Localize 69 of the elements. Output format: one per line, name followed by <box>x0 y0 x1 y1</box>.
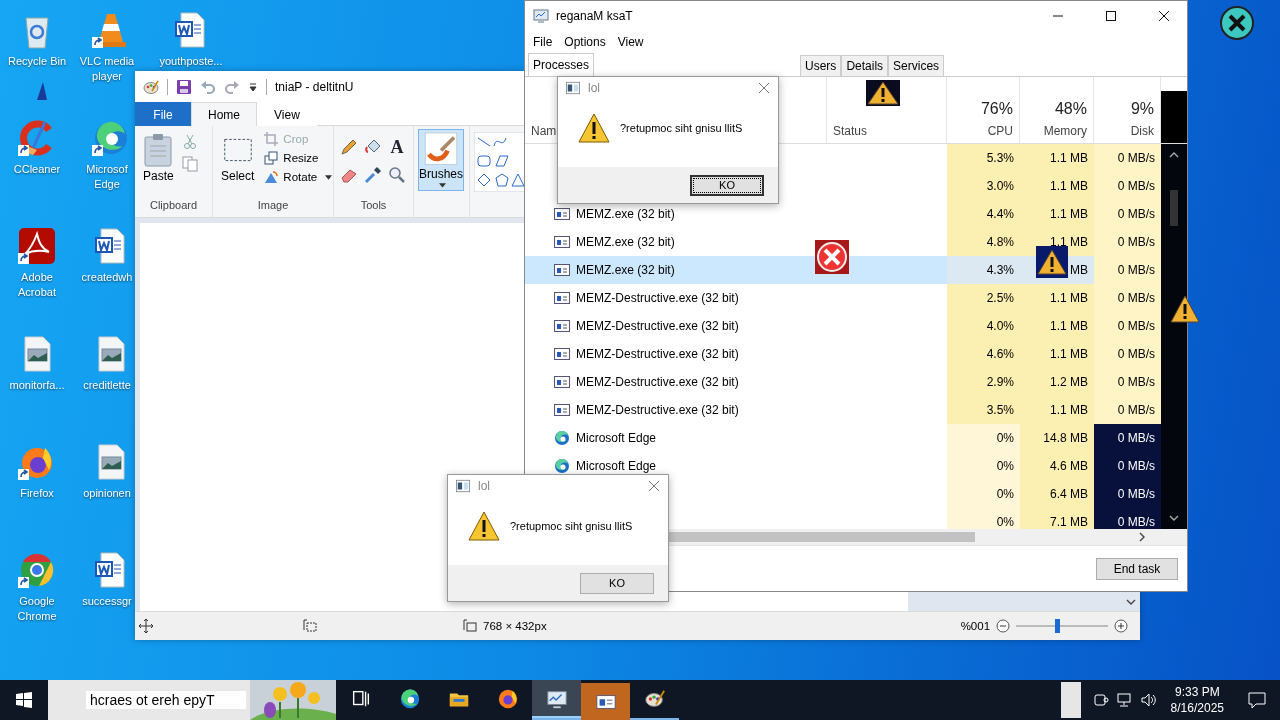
process-name: Microsoft Edge <box>576 431 657 445</box>
cpu-cell: 3.0% <box>947 172 1020 200</box>
memory-cell: 1.1 MB <box>1020 312 1094 340</box>
disk-cell: 0 MB/s <box>1094 480 1161 508</box>
group-label: Clipboard <box>148 199 199 213</box>
cpu-cell: 0% <box>947 508 1020 529</box>
memory-cell: 1.1 MB <box>1020 284 1094 312</box>
zoom-percent: %001 <box>960 620 991 632</box>
process-name: MEMZ.exe (32 bit) <box>576 207 675 221</box>
process-name: MEMZ-Destructive.exe (32 bit) <box>576 375 739 389</box>
disk-cell: 0 MB/s <box>1094 144 1161 172</box>
memory-cell: 7.1 MB <box>1020 508 1094 529</box>
window-title: tniaP - deltitnU <box>275 79 354 94</box>
cpu-cell: 4.8% <box>947 228 1020 256</box>
column-label: Disk <box>1130 124 1154 138</box>
cpu-cell: 5.3% <box>947 144 1020 172</box>
disk-cell: 0 MB/s <box>1094 452 1161 480</box>
disk-cell: 0 MB/s <box>1094 424 1161 452</box>
cpu-cell: 4.4% <box>947 200 1020 228</box>
disk-cell: 0 MB/s <box>1094 368 1161 396</box>
disk-cell: 0 MB/s <box>1094 396 1161 424</box>
process-name: MEMZ-Destructive.exe (32 bit) <box>576 403 739 417</box>
process-name: MEMZ-Destructive.exe (32 bit) <box>576 291 739 305</box>
process-name: MEMZ-Destructive.exe (32 bit) <box>576 347 739 361</box>
cpu-cell: 0% <box>947 452 1020 480</box>
memory-cell: 4.6 MB <box>1020 452 1094 480</box>
cpu-cell: 4.3% <box>947 256 1020 284</box>
process-name: MEMZ.exe (32 bit) <box>576 235 675 249</box>
usage-percent: 9% <box>1130 100 1154 118</box>
cpu-cell: 0% <box>947 480 1020 508</box>
disk-cell: 0 MB/s <box>1094 256 1161 284</box>
disk-cell: 0 MB/s <box>1094 284 1161 312</box>
window-title: reganaM ksaT <box>556 9 633 23</box>
disk-cell: 0 MB/s <box>1094 312 1161 340</box>
cpu-cell: 0% <box>947 424 1020 452</box>
column-label: Memory <box>1043 124 1087 138</box>
group-label: Tools <box>359 199 388 213</box>
cpu-cell: 3.5% <box>947 396 1020 424</box>
memory-cell: 1.1 MB <box>1020 172 1094 200</box>
column-label: Nam <box>531 124 557 138</box>
process-name: MEMZ-Destructive.exe (32 bit) <box>576 319 739 333</box>
dialog-title: lol <box>588 81 600 95</box>
cpu-cell: 2.5% <box>947 284 1020 312</box>
usage-percent: 76% <box>980 100 1013 118</box>
column-label: CPU <box>987 124 1013 138</box>
disk-cell: 0 MB/s <box>1094 508 1161 529</box>
dialog-message: ?retupmoc siht gnisu llitS <box>510 520 633 532</box>
process-name: Microsoft Edge <box>576 459 657 473</box>
cpu-cell: 2.9% <box>947 368 1020 396</box>
process-name: MEMZ.exe (32 bit) <box>576 263 675 277</box>
disk-cell: 0 MB/s <box>1094 340 1161 368</box>
cpu-cell: 4.0% <box>947 312 1020 340</box>
memory-cell: 1.1 MB <box>1020 200 1094 228</box>
memory-cell: 1.1 MB <box>1020 144 1094 172</box>
dialog-message: ?retupmoc siht gnisu llitS <box>620 122 743 134</box>
cpu-cell: 4.6% <box>947 340 1020 368</box>
memory-cell: 14.8 MB <box>1020 424 1094 452</box>
usage-percent: 48% <box>1054 100 1087 118</box>
disk-cell: 0 MB/s <box>1094 228 1161 256</box>
disk-cell: 0 MB/s <box>1094 172 1161 200</box>
column-label: Status <box>833 124 868 138</box>
image-size-text: 768 × 432px <box>483 620 547 632</box>
memory-cell: 1.1 MB <box>1020 396 1094 424</box>
group-label: Image <box>256 199 290 213</box>
memory-cell: 1.2 MB <box>1020 368 1094 396</box>
disk-cell: 0 MB/s <box>1094 200 1161 228</box>
dialog-title: lol <box>478 479 490 493</box>
memory-cell: 6.4 MB <box>1020 480 1094 508</box>
memory-cell: 1.1 MB <box>1020 340 1094 368</box>
